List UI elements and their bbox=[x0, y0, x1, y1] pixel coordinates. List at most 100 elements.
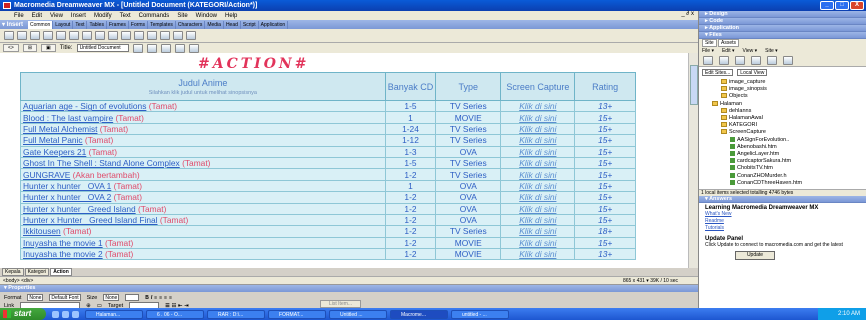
capture-link[interactable]: Klik di sini bbox=[500, 168, 576, 181]
design-panel-header[interactable]: ▸ Design bbox=[699, 11, 866, 18]
tab-layout[interactable]: Layout bbox=[53, 20, 74, 29]
tab-templates[interactable]: Templates bbox=[148, 20, 176, 29]
code-navigation-icon[interactable] bbox=[174, 43, 185, 53]
size-select[interactable]: None bbox=[103, 294, 120, 301]
anime-title-link[interactable]: Hunter x hunter _OVA 1 bbox=[23, 181, 111, 191]
view-select[interactable]: Local View bbox=[737, 68, 768, 76]
italic-button[interactable]: I bbox=[151, 295, 152, 301]
tab-text[interactable]: Text bbox=[73, 20, 88, 29]
tab-common[interactable]: Common bbox=[28, 20, 54, 29]
menu-file[interactable]: File bbox=[14, 13, 24, 19]
files-menu-file[interactable]: File ▾ bbox=[702, 47, 714, 55]
align-right-icon[interactable]: ≡ bbox=[164, 295, 167, 301]
font-select[interactable]: Default Font bbox=[49, 294, 81, 301]
tab-script[interactable]: Script bbox=[241, 20, 259, 29]
tab-site[interactable]: Site bbox=[702, 39, 717, 47]
quick-launch-desktop-icon[interactable] bbox=[62, 310, 69, 318]
anime-title-link[interactable]: Aquarian age - Sign of evolutions bbox=[23, 101, 146, 111]
insert-bar-header[interactable]: ▾ Insert bbox=[2, 21, 28, 28]
tabular-data-icon[interactable] bbox=[160, 31, 170, 40]
put-files-icon[interactable] bbox=[751, 56, 761, 65]
taskbar-task[interactable]: FORMAT... bbox=[268, 309, 326, 319]
bold-button[interactable]: B bbox=[145, 295, 149, 301]
flash-icon[interactable] bbox=[134, 31, 144, 40]
close-button[interactable]: X bbox=[850, 1, 864, 10]
tree-file[interactable]: AngelicLayer.htm bbox=[730, 151, 779, 158]
taskbar-task[interactable]: RAR : D:\... bbox=[207, 309, 265, 319]
capture-link[interactable]: Klik di sini bbox=[500, 225, 576, 238]
link-readme[interactable]: Readme bbox=[705, 218, 860, 225]
menu-commands[interactable]: Commands bbox=[139, 13, 170, 19]
answers-panel-header[interactable]: ▾ Answers bbox=[699, 196, 866, 203]
list-item-button[interactable]: List Item... bbox=[320, 300, 362, 308]
taskbar-task[interactable]: untitled - ... bbox=[451, 309, 509, 319]
anime-title-link[interactable]: Ghost In The Shell : Stand Alone Complex bbox=[23, 158, 180, 168]
menu-text[interactable]: Text bbox=[120, 13, 131, 19]
files-menu-edit[interactable]: Edit ▾ bbox=[722, 47, 735, 55]
files-panel-header[interactable]: ▾ Files bbox=[699, 32, 866, 39]
anime-title-link[interactable]: Full Metal Panic bbox=[23, 135, 83, 145]
document-window-controls[interactable]: _ ∂ x bbox=[681, 11, 694, 17]
file-management-icon[interactable] bbox=[132, 43, 143, 53]
taskbar-task[interactable]: 6 . 06 - O... bbox=[146, 309, 204, 319]
tab-characters[interactable]: Characters bbox=[176, 20, 206, 29]
anime-title-link[interactable]: GUNGRAVE bbox=[23, 170, 70, 180]
tab-tables[interactable]: Tables bbox=[87, 20, 107, 29]
refresh-files-icon[interactable] bbox=[719, 56, 729, 65]
rollover-image-icon[interactable] bbox=[95, 31, 105, 40]
tree-folder[interactable]: KATEGORI bbox=[721, 122, 757, 129]
code-panel-header[interactable]: ▸ Code bbox=[699, 18, 866, 25]
menu-edit[interactable]: Edit bbox=[32, 13, 42, 19]
preview-in-browser-icon[interactable] bbox=[146, 43, 157, 53]
capture-link[interactable]: Klik di sini bbox=[500, 145, 576, 158]
capture-link[interactable]: Klik di sini bbox=[500, 111, 576, 124]
taskbar-task[interactable]: Macrome... bbox=[390, 309, 448, 319]
quick-launch-media-icon[interactable] bbox=[72, 310, 79, 318]
anime-title-link[interactable]: Ikkitousen bbox=[23, 226, 61, 236]
email-link-icon[interactable] bbox=[17, 31, 27, 40]
anime-title-link[interactable]: Gate Keepers 21 bbox=[23, 147, 86, 157]
application-panel-header[interactable]: ▸ Application bbox=[699, 25, 866, 32]
menu-modify[interactable]: Modify bbox=[94, 13, 112, 19]
layer-icon[interactable] bbox=[56, 31, 66, 40]
capture-link[interactable]: Klik di sini bbox=[500, 236, 576, 250]
tree-folder[interactable]: dehlanns bbox=[721, 108, 751, 115]
anime-title-link[interactable]: Hunter x hunter _Greed Island bbox=[23, 204, 136, 214]
tree-file[interactable]: ChobitsTV.htm bbox=[730, 165, 773, 172]
check-out-icon[interactable] bbox=[767, 56, 777, 65]
horizontal-rule-icon[interactable] bbox=[121, 31, 131, 40]
tree-file[interactable]: cardcaptorSakura.htm bbox=[730, 158, 791, 165]
scrollbar-thumb[interactable] bbox=[690, 65, 698, 105]
menu-view[interactable]: View bbox=[50, 13, 63, 19]
capture-link[interactable]: Klik di sini bbox=[500, 99, 576, 113]
expand-collapse-icon[interactable] bbox=[783, 56, 793, 65]
image-icon[interactable] bbox=[69, 31, 79, 40]
align-justify-icon[interactable]: ≡ bbox=[169, 295, 172, 301]
document-title-input[interactable] bbox=[76, 44, 129, 52]
doc-tab-kepala[interactable]: Kepala bbox=[2, 268, 24, 276]
files-menu-site[interactable]: Site ▾ bbox=[765, 47, 778, 55]
anime-title-link[interactable]: Blood : The last vampire bbox=[23, 113, 113, 123]
link-whats-new[interactable]: What's New bbox=[705, 211, 860, 218]
quick-launch-browser-icon[interactable] bbox=[52, 310, 59, 318]
vertical-scrollbar[interactable] bbox=[688, 53, 698, 268]
tab-head[interactable]: Head bbox=[224, 20, 241, 29]
menu-site[interactable]: Site bbox=[177, 13, 187, 19]
tab-media[interactable]: Media bbox=[205, 20, 224, 29]
maximize-button[interactable]: □ bbox=[835, 1, 849, 10]
anime-title-link[interactable]: Inuyasha the movie 2 bbox=[23, 249, 103, 259]
anime-title-link[interactable]: Hunter x hunter _OVA 2 bbox=[23, 192, 111, 202]
tree-file[interactable]: Abenobashi.htm bbox=[730, 144, 777, 151]
tab-assets[interactable]: Assets bbox=[718, 39, 740, 47]
update-button[interactable]: Update bbox=[735, 251, 775, 260]
tab-forms[interactable]: Forms bbox=[129, 20, 149, 29]
taskbar-task[interactable]: Halaman... bbox=[85, 309, 143, 319]
image-placeholder-icon[interactable] bbox=[82, 31, 92, 40]
align-center-icon[interactable]: ≡ bbox=[159, 295, 162, 301]
link-tutorials[interactable]: Tutorials bbox=[705, 225, 860, 232]
anime-title-link[interactable]: Hunter x Hunter _Greed Island Final bbox=[23, 215, 158, 225]
comment-icon[interactable] bbox=[173, 31, 183, 40]
capture-link[interactable]: Klik di sini bbox=[500, 202, 576, 215]
date-icon[interactable] bbox=[147, 31, 157, 40]
color-picker[interactable] bbox=[125, 294, 140, 301]
